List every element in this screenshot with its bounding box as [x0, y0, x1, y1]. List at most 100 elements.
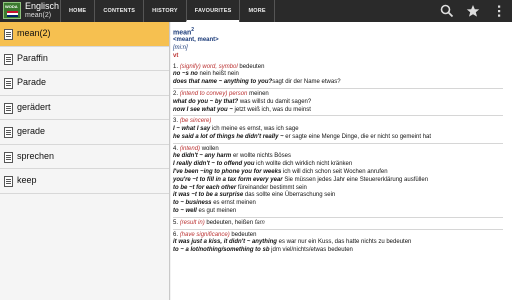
example-de: ich meine es ernst, was ich sage: [211, 126, 299, 133]
example-de: jdm viel/nichts/etwas bedeuten: [271, 247, 353, 254]
list-item-label: gerädert: [17, 101, 51, 112]
tab-bar: HOME CONTENTS HISTORY FAVOURITES MORE: [60, 0, 275, 22]
sense-translation: bedeuten: [231, 231, 257, 238]
headword-superscript: 2: [191, 27, 195, 33]
list-item-mean2[interactable]: mean(2): [0, 22, 169, 47]
sense-number: 6.: [173, 231, 179, 238]
sense-2: 2. (intend to convey) person meinen: [173, 91, 512, 99]
tab-more[interactable]: MORE: [239, 0, 275, 22]
example: no ~s no nein heißt nein: [173, 71, 512, 79]
sense-number: 4.: [173, 145, 179, 152]
example-de: es ernst meinen: [213, 200, 256, 207]
example: I've been ~ing to phone you for weeks ic…: [173, 169, 512, 177]
sense-4: 4. (intend) wollen: [173, 146, 512, 154]
dictionary-entry: mean2 <meant, meant> [mi:n] vt 1. (signi…: [171, 22, 512, 300]
example-en: no ~s no: [173, 71, 198, 78]
list-item-paraffin[interactable]: Paraffin: [0, 47, 169, 71]
example-en: does that name ~ anything to you?: [173, 79, 273, 86]
example: now I see what you ~ jetzt weiß ich, was…: [173, 107, 512, 115]
list-item-label: Paraffin: [17, 52, 48, 63]
sense-translation: wollen: [201, 145, 219, 152]
list-item-label: mean(2): [17, 28, 51, 38]
headword: mean2: [173, 27, 512, 37]
document-icon: [4, 53, 13, 65]
tab-favourites[interactable]: FAVOURITES: [185, 0, 240, 22]
register-label: fam: [254, 219, 265, 226]
example-de: das sollte eine Überraschung sein: [244, 192, 336, 199]
tab-contents[interactable]: CONTENTS: [94, 0, 143, 22]
list-item-label: gerade: [17, 126, 46, 136]
example-en: now I see what you ~: [173, 106, 233, 113]
star-icon[interactable]: [466, 4, 480, 18]
list-item-label: Parade: [17, 77, 47, 87]
divider: [173, 115, 503, 117]
example: to ~ business es ernst meinen: [173, 200, 512, 208]
sense-translation: bedeuten, heißen: [206, 219, 254, 226]
example: it was ~t to be a surprise das sollte ei…: [173, 192, 512, 200]
inflected-forms: <meant, meant>: [173, 37, 219, 44]
example-en: I ~ what I say: [173, 126, 211, 133]
list-item-label: sprechen: [17, 150, 55, 161]
example-en: it was ~t to be a surprise: [173, 192, 244, 199]
example-de: er sagte eine Menge Dinge, die er nicht …: [285, 133, 432, 140]
example: I really didn't ~ to offend you ich woll…: [173, 161, 512, 169]
example-de: sagt dir der Name etwas?: [272, 79, 341, 86]
pronunciation: [mi:n]: [173, 44, 188, 51]
app-icon[interactable]: WODA: [3, 2, 21, 19]
example-en: to ~ business: [173, 200, 212, 207]
example-de: ich will dich schon seit Wochen anrufen: [282, 169, 388, 176]
example-de: es gut meinen: [198, 208, 237, 215]
example: he didn't ~ any harm er wollte nichts Bö…: [173, 153, 512, 161]
example-en: he didn't ~ any harm: [173, 153, 232, 160]
sense-gloss: (be sincere): [179, 118, 212, 125]
example-de: füreinander bestimmt sein: [237, 184, 307, 191]
tab-home[interactable]: HOME: [60, 0, 94, 22]
list-item-gerade[interactable]: gerade: [0, 120, 169, 145]
list-item-geraedert[interactable]: gerädert: [0, 96, 169, 120]
sense-5: 5. (result in) bedeuten, heißen fam: [173, 220, 512, 228]
example-en: I really didn't ~ to offend you: [173, 161, 255, 168]
example-de: Sie müssen jedes Jahr eine Steuererkläru…: [284, 176, 429, 183]
sense-number: 3.: [173, 118, 179, 125]
sense-gloss: (signify) word, symbol: [179, 63, 238, 70]
divider: [173, 228, 503, 230]
sense-gloss: (result in): [179, 219, 205, 226]
example: to ~ well es gut meinen: [173, 208, 512, 216]
uk-flag-icon: [7, 11, 18, 17]
document-icon: [4, 29, 13, 40]
example-en: what do you ~ by that?: [173, 98, 239, 105]
example-en: to ~ well: [173, 208, 197, 215]
document-icon: [4, 151, 13, 163]
app-subtitle: mean(2): [25, 12, 52, 19]
example-en: it was just a kiss, it didn't ~ anything: [173, 239, 277, 246]
example-en: he said a lot of things he didn't really…: [173, 133, 284, 140]
example-de: nein heißt nein: [199, 71, 239, 78]
example: it was just a kiss, it didn't ~ anything…: [173, 239, 512, 247]
sense-number: 2.: [173, 90, 179, 97]
example-de: was willst du damit sagen?: [239, 98, 312, 105]
example-en: you're ~t to fill in a tax form every ye…: [173, 176, 283, 183]
example-de: es war nur ein Kuss, das hatte nichts zu…: [278, 239, 412, 246]
tab-history[interactable]: HISTORY: [143, 0, 186, 22]
sense-translation: bedeuten: [239, 63, 265, 70]
example: you're ~t to fill in a tax form every ye…: [173, 177, 512, 185]
sense-gloss: (intend): [179, 145, 201, 152]
favourites-list: mean(2) Paraffin Parade gerädert gerade …: [0, 22, 170, 300]
sense-translation: meinen: [249, 90, 269, 97]
action-bar: WODA Englisch mean(2) HOME CONTENTS HIST…: [0, 0, 512, 22]
part-of-speech: vt: [173, 52, 179, 59]
sense-gloss: (have significance): [179, 231, 230, 238]
example-de: ich wollte dich wirklich nicht kränken: [256, 161, 353, 168]
sense-6: 6. (have significance) bedeuten: [173, 232, 512, 240]
document-icon: [4, 102, 13, 114]
example-de: er wollte nichts Böses: [232, 153, 291, 160]
list-item-keep[interactable]: keep: [0, 169, 169, 194]
example: what do you ~ by that? was willst du dam…: [173, 99, 512, 107]
example-en: I've been ~ing to phone you for weeks: [173, 169, 282, 176]
list-item-parade[interactable]: Parade: [0, 71, 169, 96]
overflow-menu-icon[interactable]: [492, 4, 506, 18]
sense-number: 5.: [173, 219, 179, 226]
search-icon[interactable]: [440, 4, 454, 18]
list-item-sprechen[interactable]: sprechen: [0, 145, 169, 169]
example: to ~ a lot/nothing/something to sb jdm v…: [173, 247, 512, 255]
